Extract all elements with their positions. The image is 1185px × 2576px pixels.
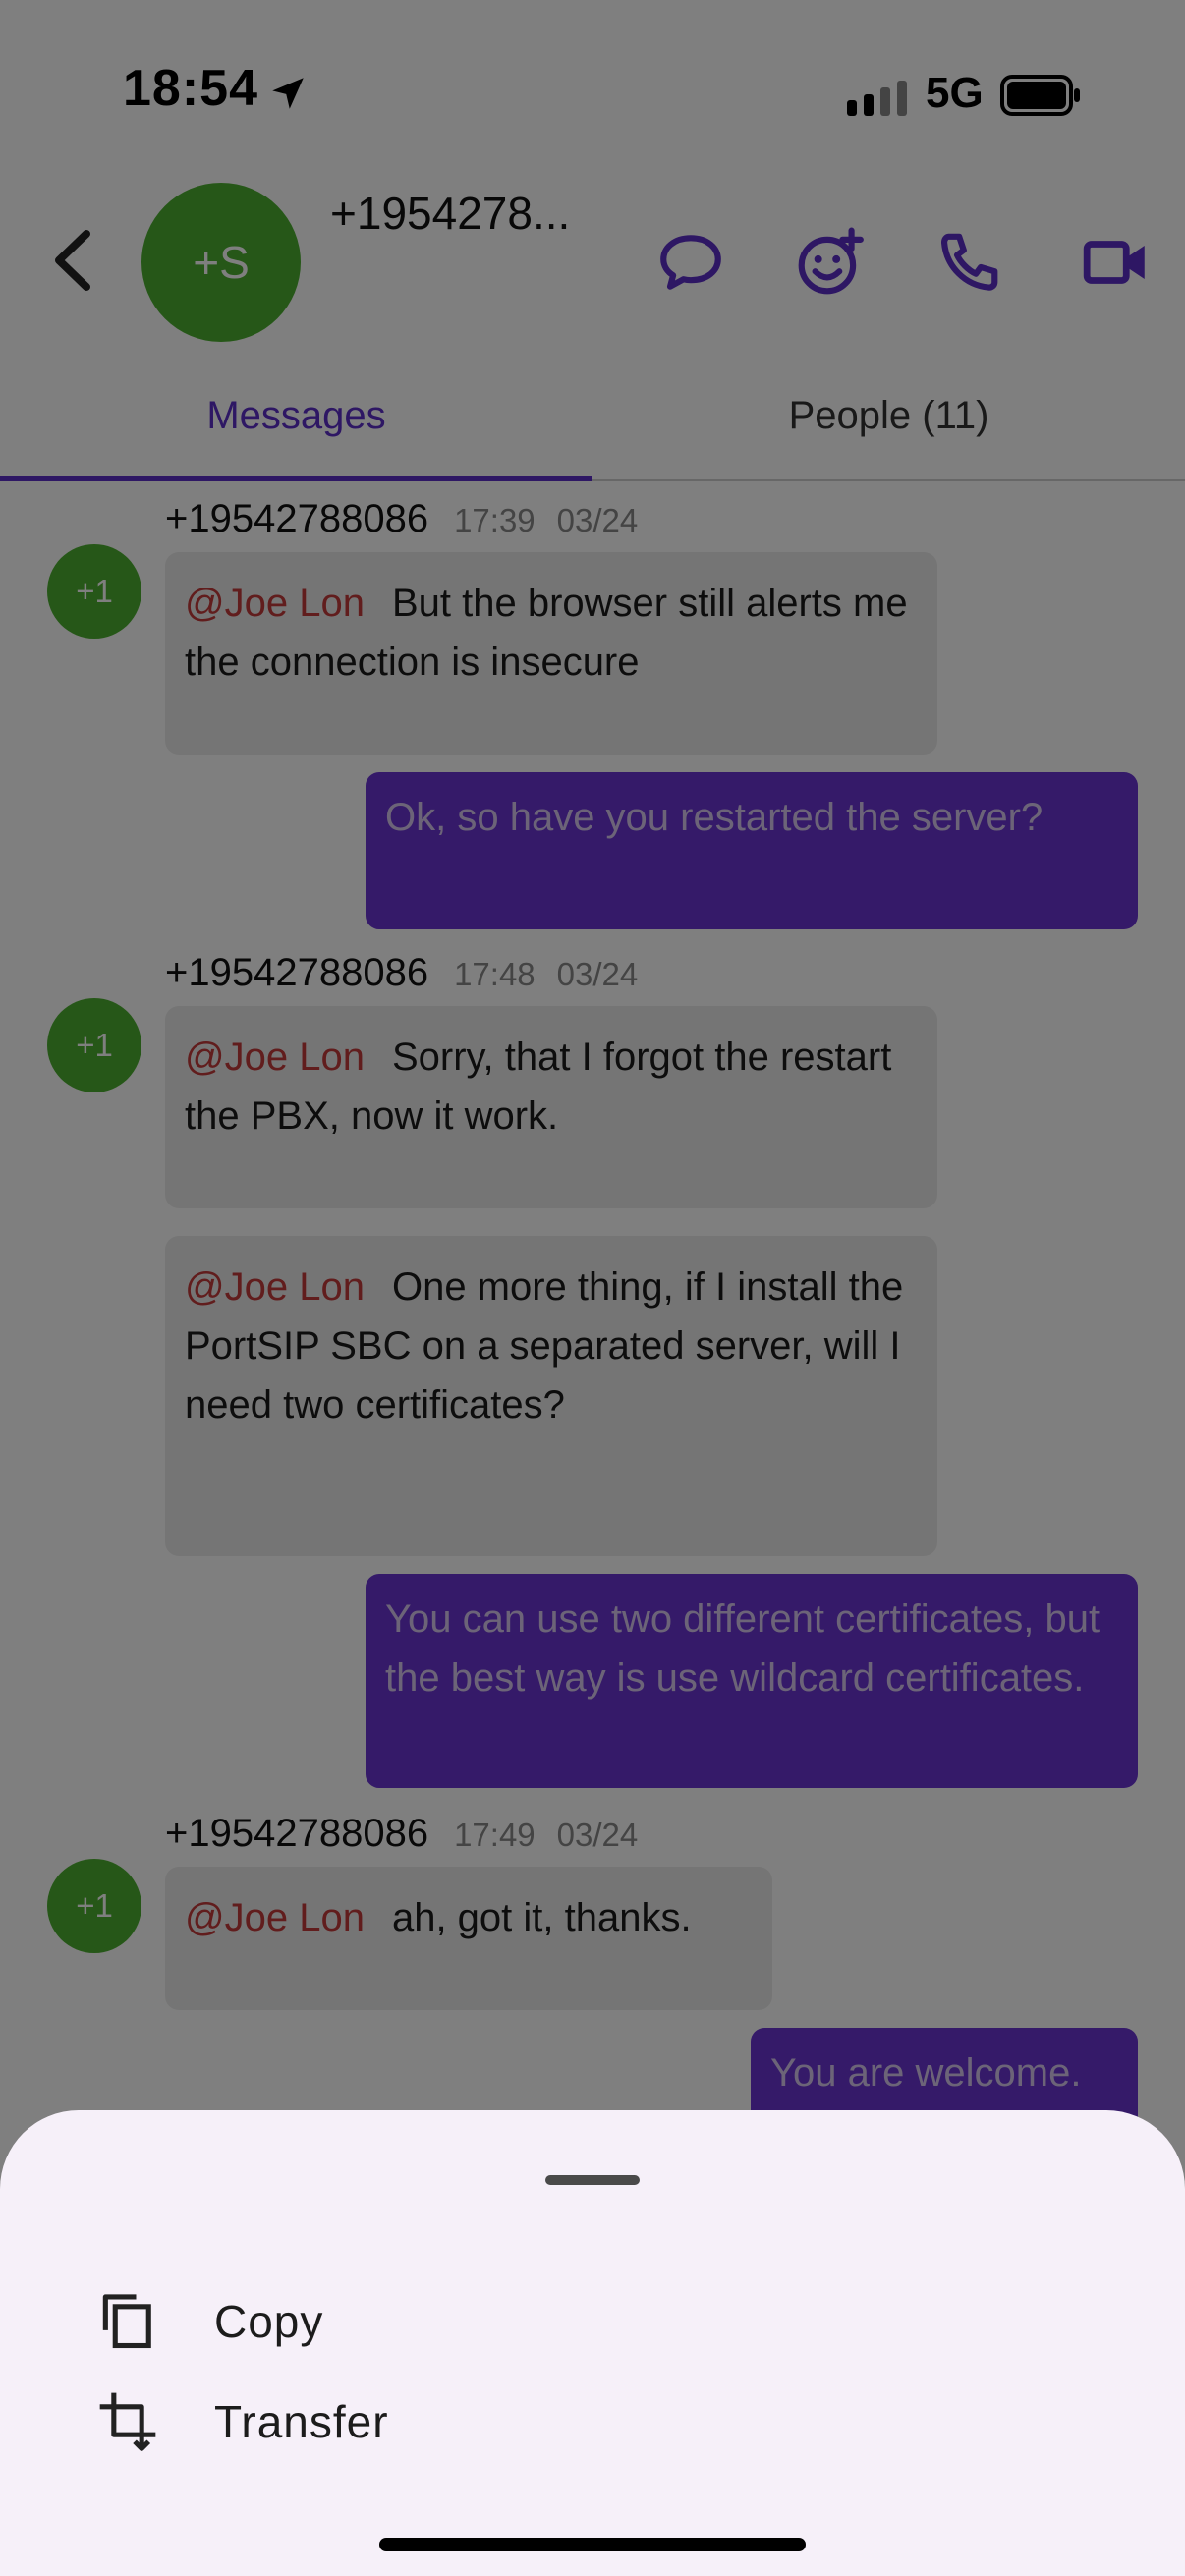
- copy-icon: [102, 2294, 151, 2349]
- message-actions-sheet: Copy Transfer: [0, 2110, 1185, 2576]
- chat-screen: 18:54 5G +S +1954278...: [0, 0, 1185, 2576]
- home-indicator[interactable]: [379, 2538, 806, 2551]
- transfer-label: Transfer: [214, 2396, 389, 2447]
- crop-transfer-icon: [99, 2392, 156, 2451]
- sheet-drag-handle[interactable]: [545, 2175, 640, 2185]
- copy-action[interactable]: Copy: [94, 2275, 684, 2364]
- transfer-action[interactable]: Transfer: [94, 2376, 684, 2464]
- copy-label: Copy: [214, 2296, 324, 2347]
